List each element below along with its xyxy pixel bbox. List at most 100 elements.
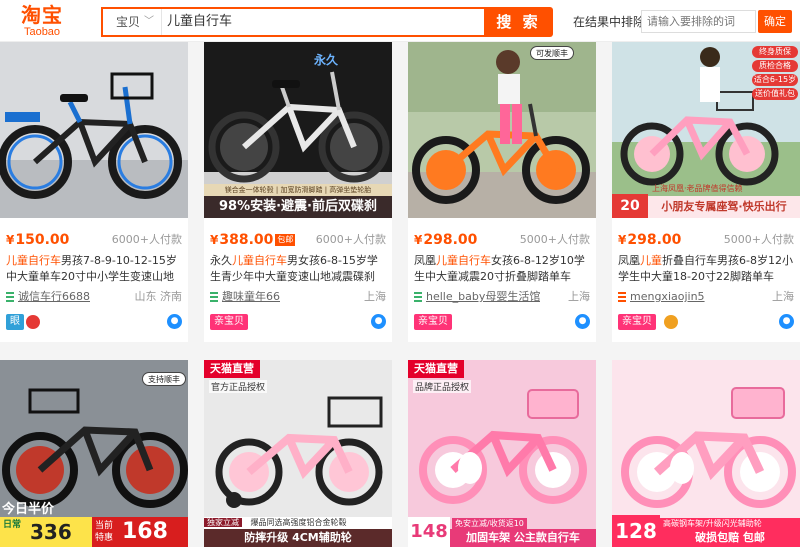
pay-count: 5000+人付款 (723, 233, 794, 246)
tag-row: 亲宝贝 ● (618, 314, 794, 330)
product-image[interactable]: 天猫直营 官方正品授权 独家立减 爆品同选高强度铝合金轮毂 防摔升级 4CM辅助… (204, 360, 392, 547)
product-image[interactable]: 终身质保 质检合格 适合6-15岁 送价值礼包 上海凤凰·老品牌值得信赖 20 … (612, 42, 800, 218)
shop-icon (414, 292, 422, 302)
product-image[interactable] (0, 42, 188, 218)
price: ¥150.00 (6, 232, 70, 248)
sf-express-badge: 支持顺丰 (142, 372, 186, 386)
official-label: 官方正品授权 (209, 380, 268, 393)
tag-row: 眼 ● (6, 314, 182, 330)
shop-icon (210, 292, 218, 302)
pay-count: 6000+人付款 (315, 233, 386, 246)
location: 山东 济南 (134, 290, 183, 303)
price: ¥388.00 包邮 (210, 232, 296, 248)
wangwang-chat-icon[interactable]: ● (575, 314, 590, 329)
small-text: 爆品同选高强度铝合金轮毂 (250, 518, 347, 527)
product-image[interactable]: 永久 镁合金一体轮毂 | 加宽防滑脚踏 | 高弹坐垫轮胎 98%安装·避震·前后… (204, 42, 392, 218)
product-title[interactable]: 凤凰儿童自行车女孩6-8-12岁10学生中大童减震20寸折叠脚踏单车 (414, 253, 592, 285)
image-price-badge: 20 (612, 194, 648, 218)
product-title[interactable]: 永久儿童自行车男女孩6-8-15岁学生青少年中大童变速山地减震碟刹 (210, 253, 388, 285)
free-shipping-badge: 包邮 (275, 234, 296, 246)
image-price-badge: 148 (408, 517, 450, 547)
image-banner-small: 镁合金一体轮毂 | 加宽防滑脚踏 | 高弹坐垫轮胎 (204, 184, 392, 196)
location: 上海 (364, 290, 386, 303)
tag-badge: 亲宝贝 (618, 314, 656, 330)
tmall-badge: 天猫直营 (204, 360, 260, 378)
search-scope-dropdown[interactable]: 宝贝 ﹀ (103, 9, 162, 35)
tag-badge: 亲宝贝 (414, 314, 452, 330)
flower-icon (26, 315, 40, 329)
tag-row: 亲宝贝 ● (414, 314, 590, 330)
taobao-logo[interactable]: 淘宝 Taobao (17, 4, 67, 38)
shop-row: mengxiaojin5 上海 (618, 290, 794, 304)
pay-count: 5000+人付款 (519, 233, 590, 246)
image-small-text: 高碳钢车架/升级闪光辅助轮 (660, 518, 800, 529)
wangwang-chat-icon[interactable]: ● (167, 314, 182, 329)
medal-icon (664, 315, 678, 329)
product-card[interactable]: 永久 镁合金一体轮毂 | 加宽防滑脚踏 | 高弹坐垫轮胎 98%安装·避震·前后… (204, 42, 392, 342)
wangwang-chat-icon[interactable]: ● (779, 314, 794, 329)
shop-name[interactable]: 趣味童年66 (222, 290, 280, 304)
brand-small: 独家立减 (204, 518, 242, 527)
location: 上海 (772, 290, 794, 303)
image-banner: 98%安装·避震·前后双碟刹 (204, 196, 392, 218)
chevron-down-icon: ﹀ (144, 16, 154, 27)
search-button[interactable]: 搜 索 (484, 7, 553, 37)
exclude-input[interactable] (641, 10, 756, 33)
product-image[interactable]: 支持顺丰 今日半价 日常 336 当前 特惠 168 (0, 360, 188, 547)
price: ¥298.00 (414, 232, 478, 248)
product-card[interactable]: 可发顺丰 ¥298.00 5000+人付款 凤凰儿童自行车女孩6-8-12岁10… (408, 42, 596, 342)
logo-en: Taobao (23, 26, 61, 38)
product-title[interactable]: 凤凰儿童折叠自行车男孩6-8岁12小学生中大童18-20寸22脚踏单车 (618, 253, 796, 285)
product-image[interactable]: 128 高碳钢车架/升级闪光辅助轮 破损包赔 包邮 (612, 360, 800, 547)
product-card[interactable]: 终身质保 质检合格 适合6-15岁 送价值礼包 上海凤凰·老品牌值得信赖 20 … (612, 42, 800, 342)
price-row: ¥388.00 包邮 6000+人付款 (210, 230, 386, 250)
official-label: 品牌正品授权 (413, 380, 472, 393)
product-title[interactable]: 儿童自行车男孩7-8-9-10-12-15岁中大童单车20寸中小学生变速山地 (6, 253, 184, 285)
image-strip: 小朋友专属座驾·快乐出行 (648, 196, 800, 218)
logo-cn: 淘宝 (21, 3, 63, 27)
product-image[interactable]: 可发顺丰 (408, 42, 596, 218)
shop-row: helle_baby母婴生活馆 上海 (414, 290, 590, 304)
image-price-badge: 128 (612, 515, 660, 547)
product-image[interactable]: 天猫直营 品牌正品授权 148 免安立减/收货返10 加固车架 公主款自行车 (408, 360, 596, 547)
image-strip: 防摔升级 4CM辅助轮 (204, 529, 392, 547)
tag-badge: 眼 (6, 314, 24, 330)
image-strip: 破损包赔 包邮 (660, 529, 800, 547)
product-card[interactable]: 128 高碳钢车架/升级闪光辅助轮 破损包赔 包邮 (612, 360, 800, 547)
side-tag: 送价值礼包 (752, 88, 798, 100)
side-tag: 适合6-15岁 (752, 74, 798, 86)
side-tag: 质检合格 (752, 60, 798, 72)
tag-row: 亲宝贝 ● (210, 314, 386, 330)
daily-label: 日常 (3, 520, 22, 530)
image-small-banner: 独家立减 爆品同选高强度铝合金轮毂 (204, 517, 392, 529)
wangwang-chat-icon[interactable]: ● (371, 314, 386, 329)
product-card[interactable]: 天猫直营 官方正品授权 独家立减 爆品同选高强度铝合金轮毂 防摔升级 4CM辅助… (204, 360, 392, 547)
shop-row: 趣味童年66 上海 (210, 290, 386, 304)
product-card[interactable]: 天猫直营 品牌正品授权 148 免安立减/收货返10 加固车架 公主款自行车 (408, 360, 596, 547)
shop-name[interactable]: helle_baby母婴生活馆 (426, 290, 540, 304)
old-price: 336 (30, 520, 72, 544)
sf-express-badge: 可发顺丰 (530, 46, 574, 60)
image-strip-small: 上海凤凰·老品牌值得信赖 (652, 184, 743, 193)
price-row: ¥298.00 5000+人付款 (414, 230, 590, 250)
price-row: ¥150.00 6000+人付款 (6, 230, 182, 250)
shop-row: 诚信车行6688 山东 济南 (6, 290, 182, 304)
shop-name[interactable]: 诚信车行6688 (18, 290, 90, 304)
shop-icon (618, 292, 626, 302)
price: ¥298.00 (618, 232, 682, 248)
price-strip: 日常 336 当前 特惠 168 (0, 517, 188, 547)
current-label: 当前 (95, 521, 114, 531)
confirm-button[interactable]: 确定 (758, 10, 792, 33)
exclude-label: 在结果中排除 (573, 15, 646, 29)
shop-icon (6, 292, 14, 302)
search-input[interactable] (167, 9, 477, 35)
product-card[interactable]: 支持顺丰 今日半价 日常 336 当前 特惠 168 (0, 360, 188, 547)
shop-name[interactable]: mengxiaojin5 (630, 290, 705, 304)
price-row: ¥298.00 5000+人付款 (618, 230, 794, 250)
search-box: 宝贝 ﹀ (101, 7, 484, 37)
sale-text: 今日半价 (2, 502, 55, 517)
pay-count: 6000+人付款 (111, 233, 182, 246)
new-price: 168 (122, 519, 168, 544)
product-card[interactable]: ¥150.00 6000+人付款 儿童自行车男孩7-8-9-10-12-15岁中… (0, 42, 188, 342)
location: 上海 (568, 290, 590, 303)
